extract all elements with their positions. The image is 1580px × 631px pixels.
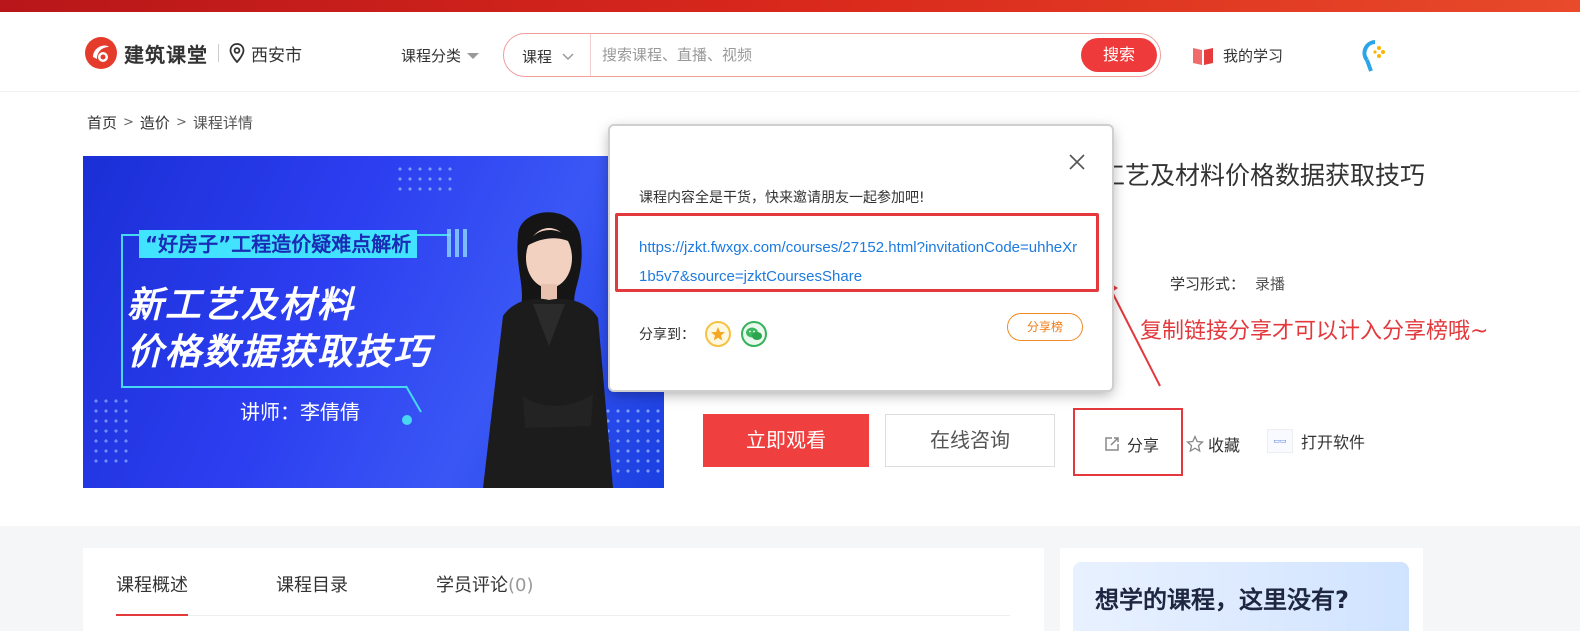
star-icon <box>1186 435 1204 453</box>
city-selector[interactable]: 西安市 <box>229 41 302 66</box>
colorful-logo-icon <box>1362 40 1385 72</box>
watch-now-button[interactable]: 立即观看 <box>703 414 869 467</box>
breadcrumb-home[interactable]: 首页 <box>87 112 117 133</box>
tab-catalog[interactable]: 课程目录 <box>276 571 348 597</box>
dot-pattern <box>395 164 455 194</box>
favorite-label: 收藏 <box>1208 436 1241 455</box>
my-study-label: 我的学习 <box>1223 46 1284 65</box>
course-category-dropdown[interactable]: 课程分类 <box>401 45 480 66</box>
logo-divider <box>218 44 219 62</box>
banner-title-line1: 新工艺及材料 <box>127 285 356 326</box>
banner-subtitle: “好房子”工程造价疑难点解析 <box>139 230 418 258</box>
active-tab-indicator <box>116 614 188 616</box>
logo-text: 建筑课堂 <box>124 42 208 67</box>
user-avatar[interactable] <box>1361 39 1389 77</box>
qzone-share-icon[interactable] <box>705 321 731 347</box>
city-label: 西安市 <box>251 45 302 66</box>
search-button[interactable]: 搜索 <box>1081 38 1157 72</box>
tab-reviews[interactable]: 学员评论(0) <box>436 571 534 597</box>
share-to-row: 分享到： <box>639 321 767 347</box>
course-request-card[interactable]: 想学的课程，这里没有? <box>1073 562 1409 631</box>
breadcrumb-separator: > <box>175 115 187 130</box>
search-divider <box>590 34 591 76</box>
dot-pattern <box>91 396 131 466</box>
share-modal: 课程内容全是干货，快来邀请朋友一起参加吧! https://jzkt.fwxgx… <box>610 126 1112 390</box>
tab-reviews-count: (0) <box>508 575 534 596</box>
location-pin-icon <box>229 43 245 63</box>
my-study-link[interactable]: 我的学习 <box>1191 44 1283 66</box>
search-scope-select[interactable]: 课程 <box>522 46 574 67</box>
breadcrumb-category[interactable]: 造价 <box>140 112 170 133</box>
share-label: 分享 <box>1127 436 1160 455</box>
search-bar: 课程 搜索 <box>503 33 1161 77</box>
side-panel: 想学的课程，这里没有? <box>1060 548 1423 631</box>
banner-lecturer: 讲师：李倩倩 <box>240 400 360 424</box>
learn-form-value: 录播 <box>1255 275 1286 293</box>
open-software-button[interactable]: ▭▭ 打开软件 <box>1267 429 1365 453</box>
open-software-label: 打开软件 <box>1301 433 1366 452</box>
favorite-button[interactable]: 收藏 <box>1186 432 1240 456</box>
banner-dot <box>402 415 412 425</box>
course-tabs-panel: 课程概述 课程目录 学员评论(0) <box>83 548 1044 631</box>
software-icon: ▭▭ <box>1267 429 1293 453</box>
breadcrumb-separator: > <box>123 115 134 130</box>
banner-title-line2: 价格数据获取技巧 <box>127 332 432 373</box>
lecturer-photo <box>483 212 613 488</box>
learn-form-label: 学习形式： <box>1170 275 1246 293</box>
search-scope-label: 课程 <box>522 48 553 66</box>
category-label: 课程分类 <box>401 47 462 65</box>
invite-text: 课程内容全是干货，快来邀请朋友一起参加吧! <box>639 190 925 206</box>
share-button[interactable]: 分享 <box>1103 432 1159 456</box>
banner-frame <box>121 386 406 388</box>
share-annotation: 复制链接分享才可以计入分享榜哦~ <box>1140 319 1489 344</box>
logo-mark-icon <box>83 35 119 71</box>
share-icon <box>1105 437 1119 451</box>
close-icon[interactable] <box>1065 150 1089 174</box>
chevron-down-icon <box>562 52 574 60</box>
online-consult-button[interactable]: 在线咨询 <box>885 414 1055 467</box>
site-logo[interactable]: 建筑课堂 西安市 <box>83 35 302 71</box>
share-link[interactable]: https://jzkt.fwxgx.com/courses/27152.htm… <box>639 233 1085 291</box>
learn-form: 学习形式： 录播 <box>1170 273 1285 294</box>
search-input[interactable] <box>602 44 1062 66</box>
breadcrumb: 首页 > 造价 > 课程详情 <box>87 112 253 133</box>
share-rank-button[interactable]: 分享榜 <box>1007 313 1083 341</box>
book-icon <box>1193 48 1213 65</box>
caret-down-icon <box>467 52 480 59</box>
course-banner: “好房子”工程造价疑难点解析 新工艺及材料 价格数据获取技巧 讲师：李倩倩 <box>83 156 664 488</box>
tab-reviews-label: 学员评论 <box>436 575 508 596</box>
site-header: 建筑课堂 西安市 课程分类 课程 搜索 我的学习 <box>0 12 1580 92</box>
breadcrumb-current: 课程详情 <box>192 114 253 132</box>
banner-frame <box>405 385 422 413</box>
top-brand-strip <box>0 0 1580 12</box>
wechat-share-icon[interactable] <box>741 321 767 347</box>
tab-overview[interactable]: 课程概述 <box>116 571 188 597</box>
course-request-title: 想学的课程，这里没有? <box>1095 586 1349 614</box>
tabs-divider <box>116 615 1010 616</box>
share-to-label: 分享到： <box>639 327 695 343</box>
course-title: 工艺及材料价格数据获取技巧 <box>1100 161 1426 190</box>
